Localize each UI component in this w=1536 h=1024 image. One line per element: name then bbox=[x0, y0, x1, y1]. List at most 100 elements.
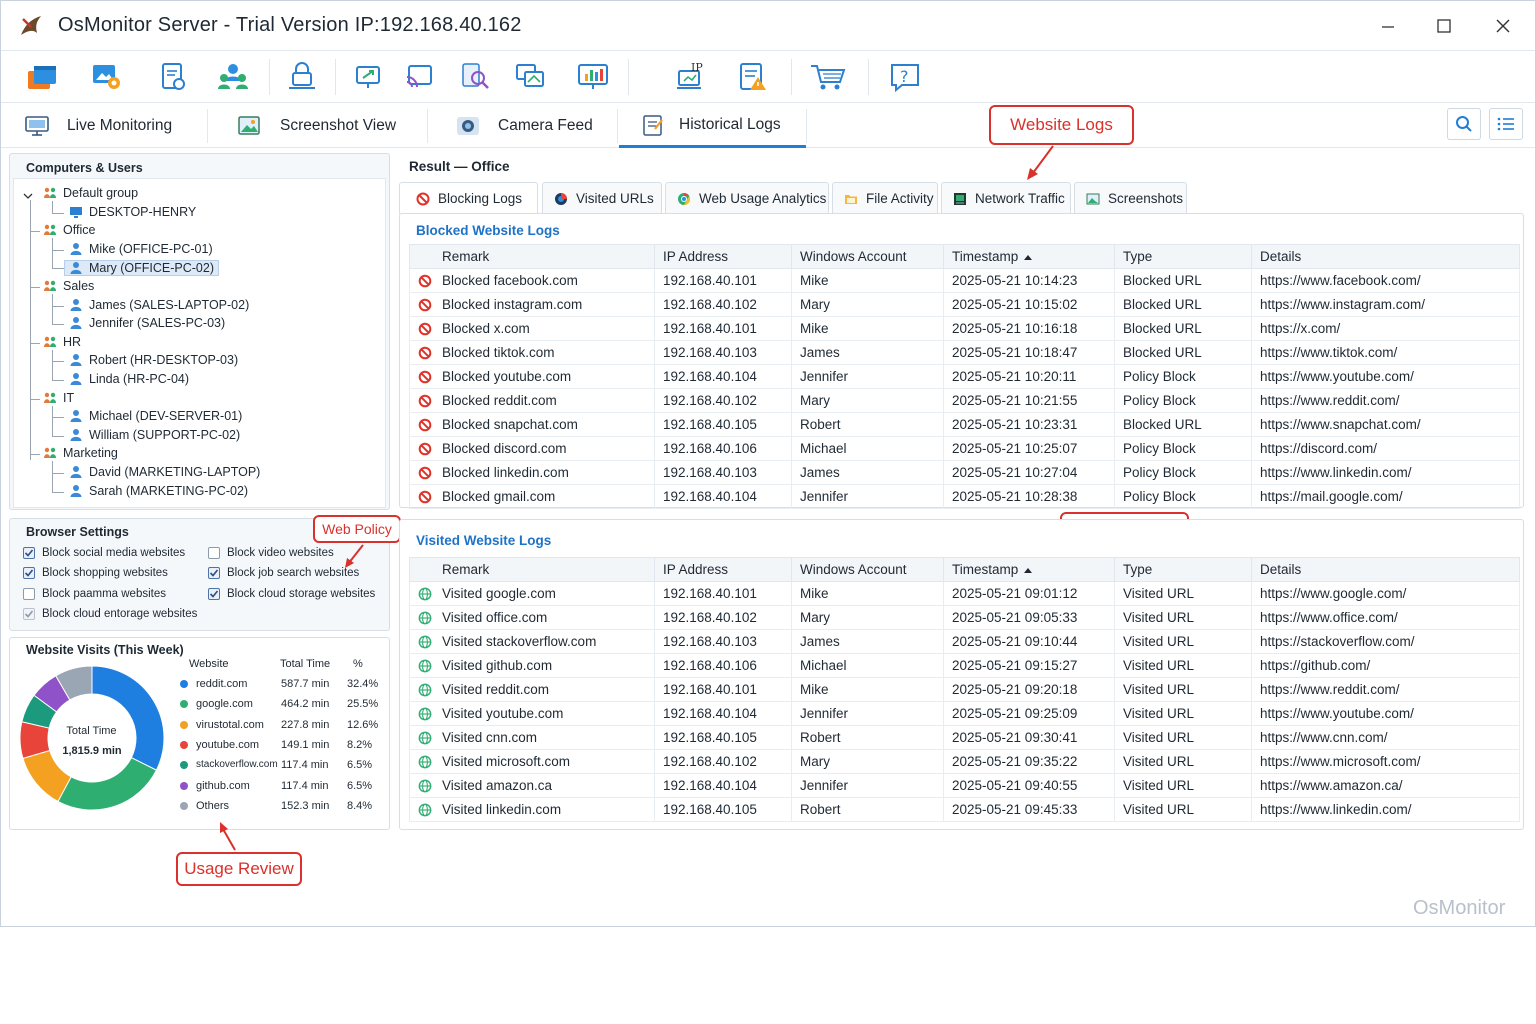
ip-button[interactable]: IP bbox=[673, 59, 711, 95]
tree-computer[interactable]: DESKTOP-HENRY bbox=[69, 205, 196, 219]
column-header[interactable]: Timestamp bbox=[943, 244, 1115, 269]
browser-setting-option[interactable]: Block cloud storage websites bbox=[208, 588, 375, 600]
table-row[interactable]: Visited office.com 192.168.40.102 Mary 2025… bbox=[409, 605, 1520, 630]
close-button[interactable] bbox=[1483, 11, 1523, 41]
checkbox[interactable] bbox=[208, 588, 220, 600]
tree-group[interactable]: HR bbox=[43, 335, 81, 349]
table-row[interactable]: Blocked facebook.com 192.168.40.101 Mike 20… bbox=[409, 268, 1520, 293]
table-cell: Blocked x.com bbox=[409, 316, 655, 341]
tree-user[interactable]: Mary (OFFICE-PC-02) bbox=[64, 260, 219, 277]
table-row[interactable]: Visited youtube.com 192.168.40.104 Jennife… bbox=[409, 701, 1520, 726]
tree-group[interactable]: Marketing bbox=[43, 446, 118, 460]
tree-user[interactable]: James (SALES-LAPTOP-02) bbox=[69, 298, 249, 312]
checkbox[interactable] bbox=[23, 608, 35, 620]
column-header[interactable]: Details bbox=[1251, 244, 1520, 269]
subtab-web-usage-analytics[interactable]: Web Usage Analytics bbox=[665, 182, 829, 214]
table-row[interactable]: Visited amazon.ca 192.168.40.104 Jennifer 2… bbox=[409, 773, 1520, 798]
image-settings-button[interactable] bbox=[88, 59, 126, 95]
column-header[interactable]: Timestamp bbox=[943, 557, 1115, 582]
column-header[interactable]: Remark bbox=[409, 244, 655, 269]
subtab-screenshots[interactable]: Screenshots bbox=[1074, 182, 1187, 214]
table-row[interactable]: Blocked gmail.com 192.168.40.104 Jennifer 2… bbox=[409, 484, 1520, 509]
browser-setting-option[interactable]: Block video websites bbox=[208, 547, 334, 559]
table-row[interactable]: Visited google.com 192.168.40.101 Mike 2025… bbox=[409, 581, 1520, 606]
search-file-button[interactable] bbox=[457, 59, 495, 95]
tree-user[interactable]: Mike (OFFICE-PC-01) bbox=[69, 242, 213, 256]
table-row[interactable]: Visited microsoft.com 192.168.40.102 Mary 2… bbox=[409, 749, 1520, 774]
column-header[interactable]: Remark bbox=[409, 557, 655, 582]
search-button[interactable] bbox=[1447, 108, 1481, 140]
tree-user[interactable]: Linda (HR-PC-04) bbox=[69, 372, 189, 386]
table-row[interactable]: Blocked youtube.com 192.168.40.104 Jennife… bbox=[409, 364, 1520, 389]
table-row[interactable]: Blocked linkedin.com 192.168.40.103 James 2… bbox=[409, 460, 1520, 485]
tab-camera-feed[interactable]: Camera Feed bbox=[456, 104, 593, 148]
tree-user[interactable]: David (MARKETING-LAPTOP) bbox=[69, 465, 260, 479]
checkbox[interactable] bbox=[208, 547, 220, 559]
browser-setting-option[interactable]: Block job search websites bbox=[208, 567, 359, 579]
tree-user[interactable]: Robert (HR-DESKTOP-03) bbox=[69, 353, 238, 367]
checkbox[interactable] bbox=[23, 588, 35, 600]
column-header[interactable]: Details bbox=[1251, 557, 1520, 582]
table-row[interactable]: Blocked tiktok.com 192.168.40.103 James 202… bbox=[409, 340, 1520, 365]
tree-group[interactable]: Default group bbox=[43, 186, 138, 200]
checkbox[interactable] bbox=[23, 547, 35, 559]
browser-setting-option[interactable]: Block paamma websites bbox=[23, 588, 166, 600]
tree-group[interactable]: Office bbox=[43, 223, 95, 237]
cell-text: 2025-05-21 10:21:55 bbox=[952, 393, 1078, 408]
table-row[interactable]: Visited linkedin.com 192.168.40.105 Robert… bbox=[409, 797, 1520, 822]
tab-screenshot-view[interactable]: Screenshot View bbox=[238, 104, 396, 148]
column-header[interactable]: Windows Account bbox=[791, 244, 944, 269]
tree-group[interactable]: IT bbox=[43, 391, 74, 405]
monitor-chart-button[interactable] bbox=[574, 59, 612, 95]
users-button[interactable] bbox=[214, 59, 252, 95]
browser-setting-option[interactable]: Block cloud entorage websites bbox=[23, 608, 197, 620]
browser-setting-option[interactable]: Block shopping websites bbox=[23, 567, 168, 579]
table-row[interactable]: Visited stackoverflow.com 192.168.40.103 J… bbox=[409, 629, 1520, 654]
chevron-down-icon[interactable] bbox=[23, 189, 33, 199]
table-row[interactable]: Blocked reddit.com 192.168.40.102 Mary 2025… bbox=[409, 388, 1520, 413]
table-row[interactable]: Blocked x.com 192.168.40.101 Mike 2025-05-2… bbox=[409, 316, 1520, 341]
table-row[interactable]: Blocked instagram.com 192.168.40.102 Mary 2… bbox=[409, 292, 1520, 317]
callout-web-policy: Web Policy bbox=[313, 515, 401, 543]
tree-user[interactable]: Michael (DEV-SERVER-01) bbox=[69, 409, 242, 423]
subtab-blocking-logs[interactable]: Blocking Logs bbox=[399, 182, 538, 214]
screens-button[interactable] bbox=[512, 59, 550, 95]
column-header[interactable]: IP Address bbox=[654, 244, 792, 269]
tree-group[interactable]: Sales bbox=[43, 279, 94, 293]
report-warning-button[interactable] bbox=[734, 59, 772, 95]
cast-button[interactable] bbox=[401, 59, 439, 95]
windows-button[interactable] bbox=[24, 59, 62, 95]
maximize-button[interactable] bbox=[1424, 11, 1464, 41]
document-settings-button[interactable] bbox=[154, 59, 192, 95]
help-button[interactable]: ? bbox=[886, 59, 924, 95]
table-cell: Visited github.com bbox=[409, 653, 655, 678]
column-header[interactable]: IP Address bbox=[654, 557, 792, 582]
tree-user[interactable]: Sarah (MARKETING-PC-02) bbox=[69, 484, 248, 498]
minimize-button[interactable] bbox=[1368, 11, 1408, 41]
subtab-label: Screenshots bbox=[1108, 191, 1184, 206]
cell-text: 2025-05-21 09:01:12 bbox=[952, 586, 1078, 601]
checkbox[interactable] bbox=[23, 567, 35, 579]
column-header[interactable]: Type bbox=[1114, 244, 1252, 269]
column-header[interactable]: Type bbox=[1114, 557, 1252, 582]
subtab-visited-urls[interactable]: Visited URLs bbox=[542, 182, 662, 214]
tree-user[interactable]: Jennifer (SALES-PC-03) bbox=[69, 316, 225, 330]
checkbox[interactable] bbox=[208, 567, 220, 579]
tab-historical-logs[interactable]: Historical Logs bbox=[619, 104, 806, 148]
list-view-button[interactable] bbox=[1489, 108, 1523, 140]
table-row[interactable]: Visited github.com 192.168.40.106 Michael 2… bbox=[409, 653, 1520, 678]
table-row[interactable]: Visited cnn.com 192.168.40.105 Robert 2025-… bbox=[409, 725, 1520, 750]
subtab-network-traffic[interactable]: Network Traffic bbox=[941, 182, 1071, 214]
lock-laptop-button[interactable] bbox=[283, 59, 321, 95]
table-row[interactable]: Blocked discord.com 192.168.40.106 Michael… bbox=[409, 436, 1520, 461]
column-header[interactable]: Windows Account bbox=[791, 557, 944, 582]
browser-setting-option[interactable]: Block social media websites bbox=[23, 547, 185, 559]
table-cell: https://x.com/ bbox=[1251, 316, 1520, 341]
table-row[interactable]: Visited reddit.com 192.168.40.101 Mike 2025… bbox=[409, 677, 1520, 702]
subtab-file-activity[interactable]: File Activity bbox=[832, 182, 938, 214]
remote-desktop-button[interactable] bbox=[351, 59, 389, 95]
tree-user[interactable]: William (SUPPORT-PC-02) bbox=[69, 428, 240, 442]
cart-button[interactable] bbox=[809, 59, 847, 95]
table-row[interactable]: Blocked snapchat.com 192.168.40.105 Robert… bbox=[409, 412, 1520, 437]
tab-live-monitoring[interactable]: Live Monitoring bbox=[25, 104, 172, 148]
